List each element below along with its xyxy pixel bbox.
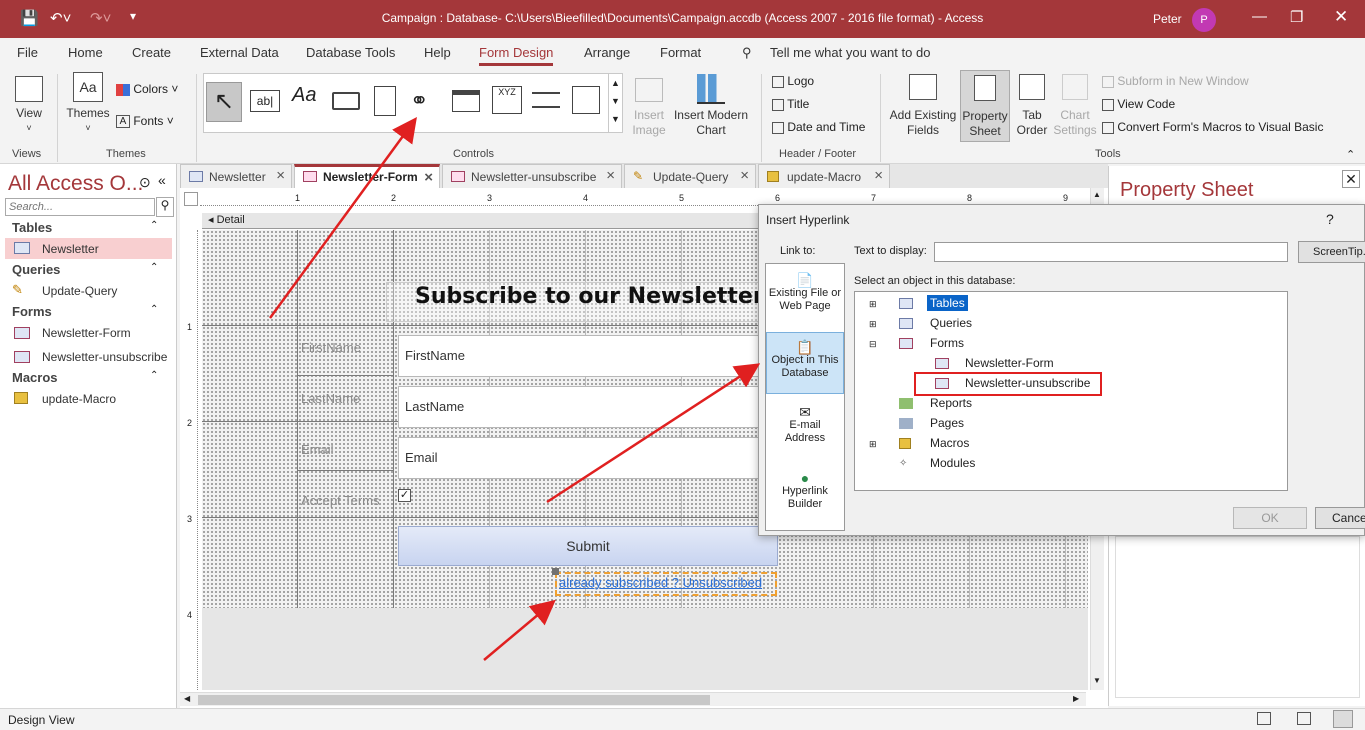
annotation-arrows (268, 116, 761, 661)
layout-view-icon[interactable] (1297, 712, 1311, 725)
design-view-icon[interactable] (1333, 710, 1353, 728)
status-bar: Design View (0, 708, 1365, 730)
arrow-to-hyperlink-control (268, 116, 417, 319)
form-view-icon[interactable] (1257, 712, 1271, 725)
arrow-to-object-in-database (546, 363, 761, 504)
arrow-to-hyperlink-text (483, 599, 556, 661)
status-text: Design View (8, 713, 75, 727)
